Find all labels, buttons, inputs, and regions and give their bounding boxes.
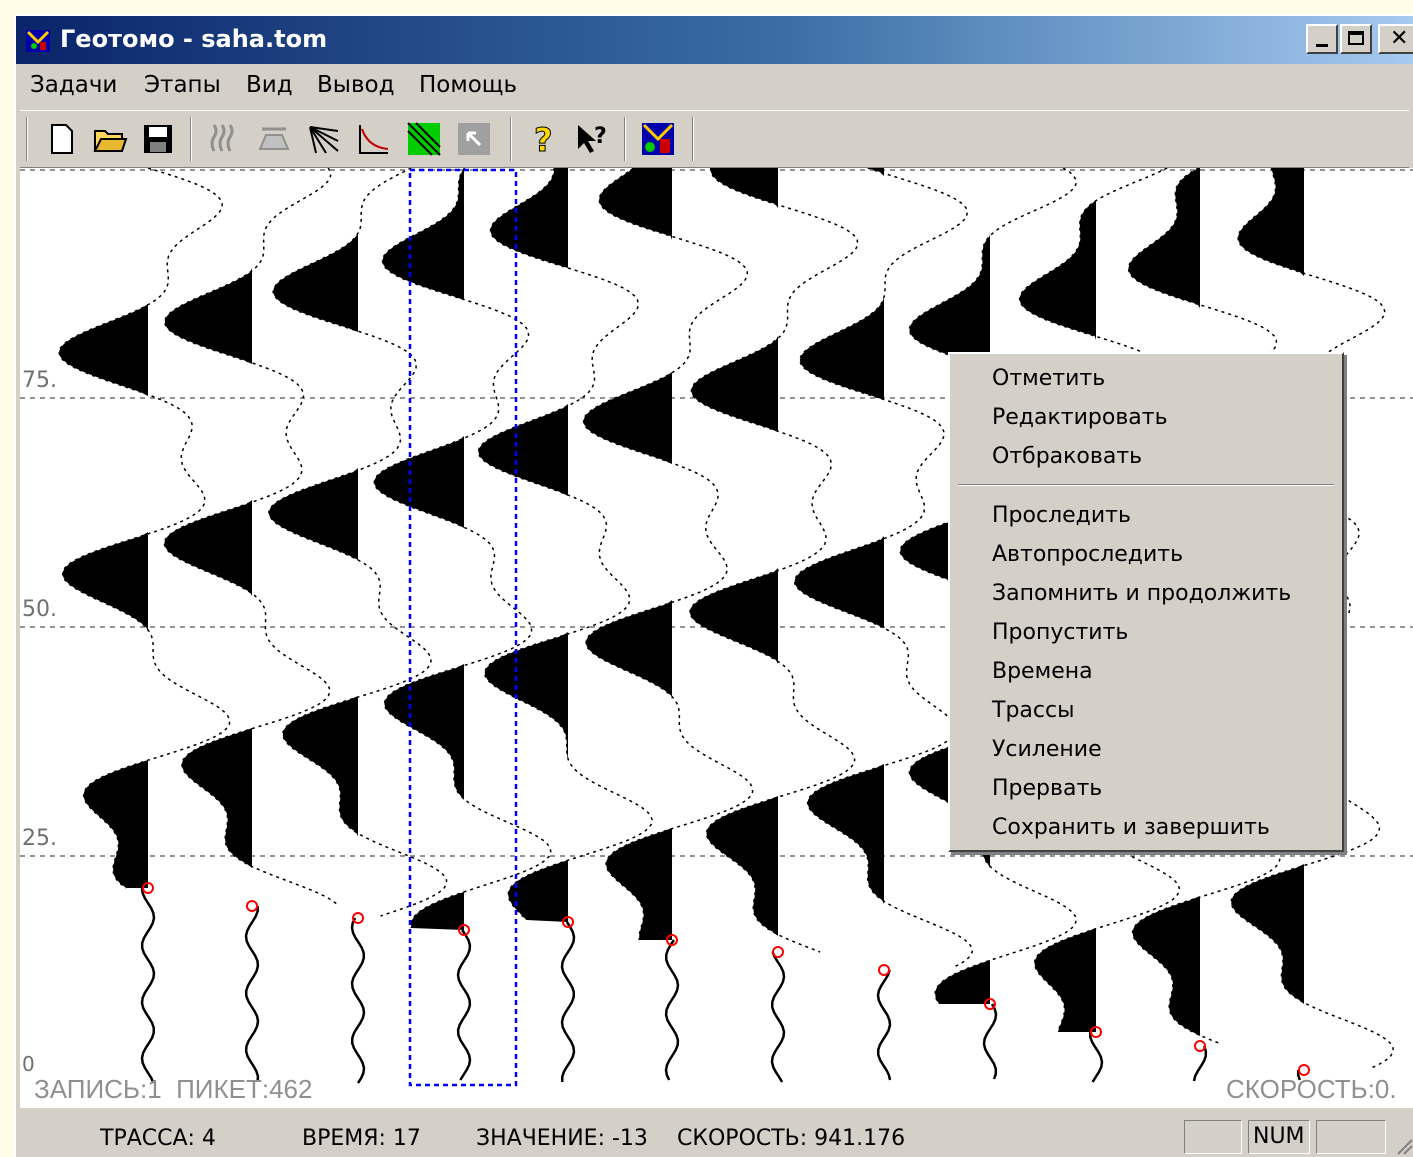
resize-grip-icon[interactable] — [1394, 1134, 1413, 1156]
seismogram-icon[interactable] — [206, 121, 242, 157]
trace-tail — [664, 939, 680, 1081]
status-bar: ТРАССА: 4 ВРЕМЯ: 17 ЗНАЧЕНИЕ: -13 СКОРОС… — [16, 1116, 1413, 1157]
help-icon[interactable]: ? — [526, 121, 562, 157]
minimize-button[interactable] — [1306, 24, 1338, 54]
menu-view[interactable]: Вид — [246, 72, 293, 98]
ctx-reject[interactable]: Отбраковать — [992, 444, 1142, 469]
menu-output[interactable]: Вывод — [317, 72, 394, 98]
trace-fill — [478, 168, 568, 922]
toolbar-grip — [26, 117, 28, 161]
close-button[interactable]: ✕ — [1378, 24, 1413, 54]
trace-fill — [794, 168, 884, 970]
trace-fill — [268, 168, 358, 918]
surface-icon[interactable] — [256, 121, 292, 157]
trace-wiggle — [477, 168, 653, 921]
app-window: Геотомо - saha.tom ✕ Задачи Этапы Вид Вы… — [14, 14, 1413, 1157]
status-speed: СКОРОСТЬ: 941.176 — [677, 1126, 906, 1151]
ctx-remember-continue[interactable]: Запомнить и продолжить — [992, 581, 1291, 606]
trace-tail — [876, 969, 892, 1081]
menu-bar: Задачи Этапы Вид Вывод Помощь — [16, 66, 1413, 106]
status-panel-scroll — [1316, 1120, 1386, 1154]
ctx-skip[interactable]: Пропустить — [992, 620, 1128, 645]
ctx-mark[interactable]: Отметить — [992, 366, 1105, 391]
trace-tail — [244, 905, 260, 1082]
ctx-gain[interactable]: Усиление — [992, 737, 1102, 762]
ctx-trace-follow[interactable]: Проследить — [992, 503, 1131, 528]
close-icon: ✕ — [1390, 26, 1409, 51]
trace-tail — [560, 921, 576, 1083]
app-logo-icon[interactable] — [640, 121, 676, 157]
ctx-traces[interactable]: Трассы — [992, 698, 1074, 723]
ctx-abort[interactable]: Прервать — [992, 776, 1102, 801]
open-folder-icon[interactable] — [92, 121, 128, 157]
tomography-icon[interactable] — [406, 121, 442, 157]
cursor-box-icon[interactable] — [456, 121, 492, 157]
window-title: Геотомо - saha.tom — [60, 25, 328, 53]
ctx-times[interactable]: Времена — [992, 659, 1093, 684]
trace-fill — [689, 168, 778, 952]
menu-tasks[interactable]: Задачи — [30, 72, 117, 98]
axis-label-50: 50. — [22, 597, 57, 622]
menu-stages[interactable]: Этапы — [144, 72, 221, 98]
status-value: ЗНАЧЕНИЕ: -13 — [476, 1126, 648, 1151]
ctx-edit[interactable]: Редактировать — [992, 405, 1168, 430]
maximize-button[interactable] — [1340, 24, 1372, 54]
status-num-indicator: NUM — [1248, 1120, 1310, 1154]
axis-label-75: 75. — [22, 368, 57, 393]
context-menu: Отметить Редактировать Отбраковать Просл… — [948, 352, 1344, 852]
record-info-overlay: ЗАПИСЬ:1 ПИКЕТ:462 — [34, 1074, 313, 1104]
trace-fill — [583, 168, 672, 940]
title-bar[interactable]: Геотомо - saha.tom ✕ — [16, 16, 1413, 64]
status-time: ВРЕМЯ: 17 — [302, 1126, 421, 1151]
minimize-icon — [1316, 44, 1328, 47]
trace-tail — [982, 1003, 998, 1080]
save-icon[interactable] — [140, 121, 176, 157]
rays-icon[interactable] — [306, 121, 342, 157]
context-help-icon[interactable]: ? — [574, 121, 610, 157]
trace-fill — [59, 168, 149, 888]
first-arrival-picks[interactable] — [142, 882, 1310, 1076]
ctx-separator — [958, 484, 1334, 486]
trace-tail — [350, 917, 366, 1084]
axis-label-0: 0 — [22, 1052, 35, 1076]
svg-text:?: ? — [534, 121, 553, 157]
trace-tail — [1088, 1031, 1104, 1083]
trace-tail — [770, 951, 786, 1083]
menu-help[interactable]: Помощь — [419, 72, 517, 98]
ctx-auto-follow[interactable]: Автопроследить — [992, 542, 1183, 567]
hodograph-icon[interactable] — [356, 121, 392, 157]
trace-tail — [140, 887, 156, 1084]
toolbar: ? ? — [20, 110, 1409, 168]
app-icon — [26, 30, 50, 52]
status-trace: ТРАССА: 4 — [100, 1126, 216, 1151]
ctx-save-finish[interactable]: Сохранить и завершить — [992, 815, 1270, 840]
axis-label-25: 25. — [22, 826, 57, 851]
speed-overlay: СКОРОСТЬ:0. — [1226, 1074, 1397, 1104]
svg-text:?: ? — [594, 124, 607, 149]
maximize-icon — [1348, 31, 1364, 45]
trace-fill — [374, 168, 464, 930]
trace-tail — [456, 929, 472, 1081]
new-file-icon[interactable] — [44, 121, 80, 157]
status-panel-caps — [1184, 1120, 1242, 1154]
